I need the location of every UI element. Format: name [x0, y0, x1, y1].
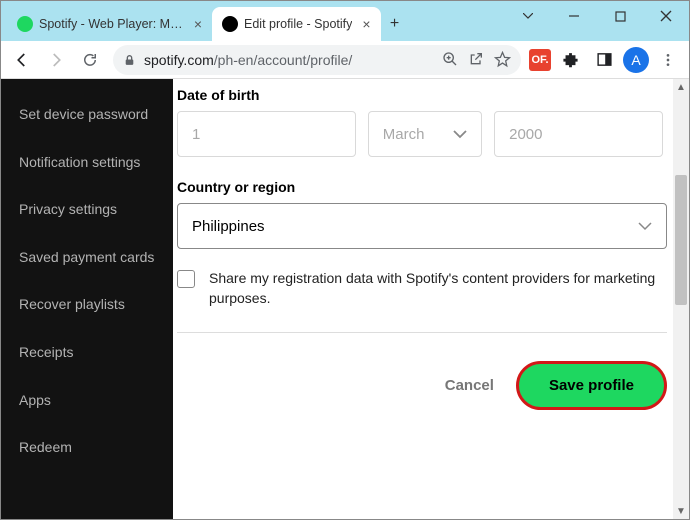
- scroll-up-arrow[interactable]: ▲: [673, 79, 689, 95]
- window-controls: [505, 1, 689, 31]
- spotify-icon: [222, 16, 238, 32]
- tab-strip: Spotify - Web Player: Music × Edit profi…: [7, 1, 409, 41]
- divider: [177, 332, 667, 333]
- consent-checkbox[interactable]: [177, 270, 195, 288]
- country-value: Philippines: [192, 218, 265, 235]
- bookmark-icon[interactable]: [494, 51, 511, 68]
- sidebar-item-privacy-settings[interactable]: Privacy settings: [1, 186, 173, 234]
- dob-day-input[interactable]: 1: [177, 111, 356, 157]
- maximize-button[interactable]: [597, 1, 643, 31]
- tab-title: Edit profile - Spotify: [244, 17, 352, 31]
- close-icon[interactable]: ×: [194, 16, 202, 32]
- spotify-icon: [17, 16, 33, 32]
- minimize-button[interactable]: [551, 1, 597, 31]
- save-profile-button[interactable]: Save profile: [516, 361, 667, 410]
- dob-label: Date of birth: [177, 87, 663, 103]
- profile-form: Date of birth 1 March 2000 Country or re…: [173, 79, 689, 519]
- consent-row: Share my registration data with Spotify'…: [177, 269, 667, 308]
- dob-month-value: March: [383, 126, 425, 143]
- dropdown-icon[interactable]: [505, 1, 551, 31]
- browser-titlebar: Spotify - Web Player: Music × Edit profi…: [1, 1, 689, 41]
- cancel-button[interactable]: Cancel: [445, 377, 494, 394]
- dob-row: 1 March 2000: [177, 111, 663, 157]
- sidebar-item-receipts[interactable]: Receipts: [1, 329, 173, 377]
- form-actions: Cancel Save profile: [177, 361, 667, 410]
- profile-avatar[interactable]: A: [623, 47, 649, 73]
- tab-spotify-player[interactable]: Spotify - Web Player: Music ×: [7, 7, 212, 41]
- extensions-icon[interactable]: [555, 45, 585, 75]
- reload-button[interactable]: [75, 45, 105, 75]
- sidebar-item-notification-settings[interactable]: Notification settings: [1, 139, 173, 187]
- sidebar-item-set-device-password[interactable]: Set device password: [1, 91, 173, 139]
- chevron-down-icon: [453, 130, 467, 139]
- tab-title: Spotify - Web Player: Music: [39, 17, 184, 31]
- sidebar-item-saved-payment-cards[interactable]: Saved payment cards: [1, 234, 173, 282]
- zoom-icon[interactable]: [442, 51, 458, 68]
- menu-icon[interactable]: [653, 45, 683, 75]
- browser-toolbar: spotify.com/ph-en/account/profile/ OF. A: [1, 41, 689, 79]
- back-button[interactable]: [7, 45, 37, 75]
- share-icon[interactable]: [468, 51, 484, 68]
- url-text: spotify.com/ph-en/account/profile/: [144, 52, 434, 68]
- consent-text: Share my registration data with Spotify'…: [209, 269, 667, 308]
- new-tab-button[interactable]: +: [381, 7, 409, 41]
- scroll-down-arrow[interactable]: ▼: [673, 503, 689, 519]
- forward-button[interactable]: [41, 45, 71, 75]
- scroll-thumb[interactable]: [675, 175, 687, 305]
- dob-month-select[interactable]: March: [368, 111, 482, 157]
- tab-edit-profile[interactable]: Edit profile - Spotify ×: [212, 7, 381, 41]
- country-select[interactable]: Philippines: [177, 203, 667, 249]
- lock-icon: [123, 53, 136, 67]
- sidebar-item-apps[interactable]: Apps: [1, 377, 173, 425]
- close-window-button[interactable]: [643, 1, 689, 31]
- close-icon[interactable]: ×: [362, 16, 370, 32]
- sidepanel-icon[interactable]: [589, 45, 619, 75]
- vertical-scrollbar[interactable]: ▲ ▼: [673, 79, 689, 519]
- page-content: Set device password Notification setting…: [1, 79, 689, 519]
- extension-of-icon[interactable]: OF.: [529, 49, 551, 71]
- account-sidebar: Set device password Notification setting…: [1, 79, 173, 519]
- chevron-down-icon: [638, 222, 652, 231]
- address-bar[interactable]: spotify.com/ph-en/account/profile/: [113, 45, 521, 75]
- sidebar-item-recover-playlists[interactable]: Recover playlists: [1, 281, 173, 329]
- dob-year-input[interactable]: 2000: [494, 111, 663, 157]
- country-label: Country or region: [177, 179, 663, 195]
- sidebar-item-redeem[interactable]: Redeem: [1, 424, 173, 472]
